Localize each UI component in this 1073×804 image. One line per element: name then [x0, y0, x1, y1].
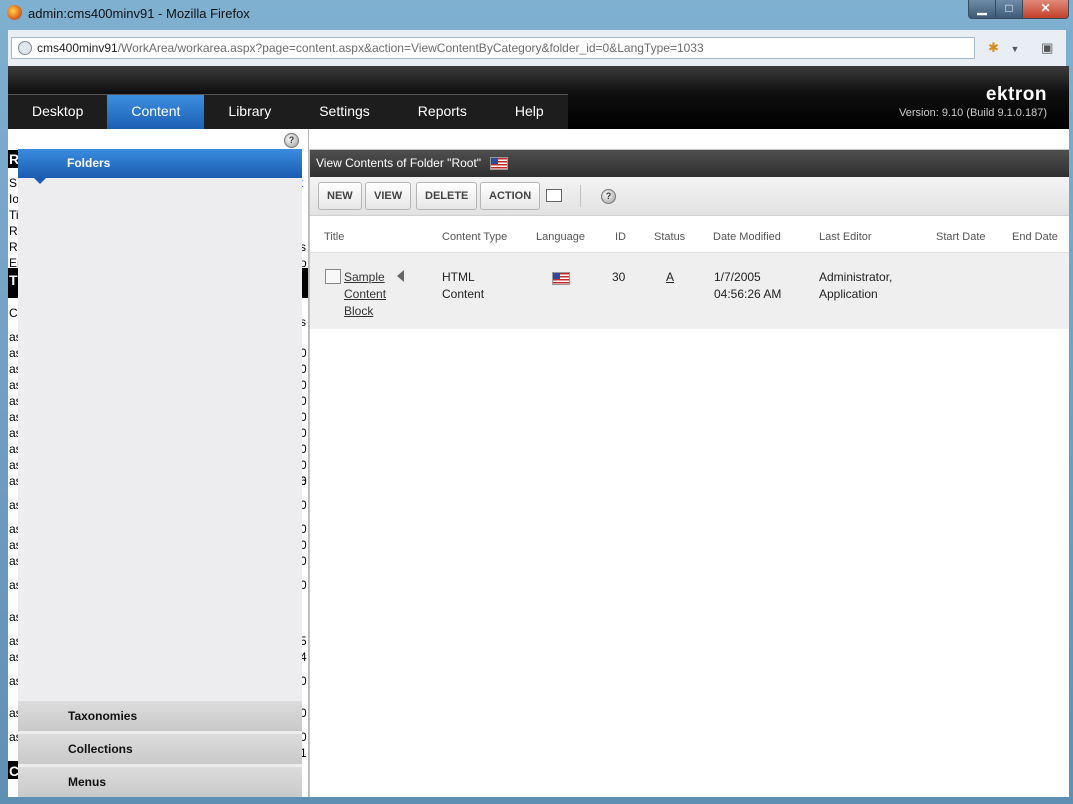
content-type-icon	[325, 269, 341, 284]
maximize-button[interactable]: □	[995, 0, 1023, 19]
ghost-text: R	[9, 224, 18, 238]
main-nav-tabs: Desktop Content Library Settings Reports…	[8, 94, 568, 129]
view-button[interactable]: VIEW	[365, 182, 412, 210]
url-path: /WorkArea/workarea.aspx?page=content.asp…	[117, 41, 704, 55]
accordion-taxonomies[interactable]: Taxonomies	[18, 701, 302, 731]
addon-icons: ✱ ▼ ▣	[988, 40, 1053, 56]
column-header[interactable]: Content Type	[442, 231, 507, 243]
new-button[interactable]: NEW	[318, 182, 362, 210]
folder-contents-pane: View Contents of Folder "Root" NEW VIEW …	[309, 149, 1069, 797]
toolbar-divider	[580, 185, 581, 207]
column-header[interactable]: Status	[654, 231, 685, 243]
help-icon[interactable]: ?	[284, 133, 299, 148]
folder-title-bar: View Contents of Folder "Root"	[310, 150, 1069, 177]
date-modified-cell: 1/7/2005 04:56:26 AM	[714, 269, 781, 303]
column-header[interactable]: End Date	[1012, 231, 1058, 243]
window-title: admin:cms400minv91 - Mozilla Firefox	[28, 6, 250, 21]
ektron-header: Desktop Content Library Settings Reports…	[8, 66, 1069, 129]
folder-title: View Contents of Folder "Root"	[316, 150, 509, 177]
action-button[interactable]: ACTION	[480, 182, 541, 210]
table-header: Title Content Type Language ID Status Da…	[310, 226, 1069, 248]
date-line: 04:56:26 AM	[714, 287, 782, 301]
column-header[interactable]: Start Date	[936, 231, 986, 243]
tab-library[interactable]: Library	[204, 95, 295, 129]
content-type-line: HTML	[442, 270, 475, 284]
help-icon[interactable]: ?	[601, 189, 616, 204]
content-type-line: Content	[442, 287, 485, 301]
tab-help[interactable]: Help	[491, 95, 568, 129]
accordion-folders-header[interactable]: Folders	[18, 149, 302, 178]
version-label: Version: 9.10 (Build 9.1.0.187)	[899, 107, 1047, 119]
title-line[interactable]: Block	[344, 304, 373, 318]
accordion-menus[interactable]: Menus	[18, 767, 302, 797]
column-header[interactable]: Date Modified	[713, 231, 781, 243]
editor-line: Application	[819, 287, 878, 301]
tab-desktop[interactable]: Desktop	[8, 95, 107, 129]
editor-line: Administrator,	[819, 270, 893, 284]
content-title-link[interactable]: Sample Content Block	[344, 269, 386, 320]
window-titlebar: admin:cms400minv91 - Mozilla Firefox ▁ □…	[0, 0, 1073, 28]
navigation-accordion: Folders Taxonomies Collections Menus	[18, 149, 302, 797]
us-flag-icon	[490, 157, 509, 171]
content-type-cell: HTML Content	[442, 269, 484, 303]
dropdown-arrow-icon[interactable]: ▼	[1011, 44, 1020, 54]
url-bar[interactable]: cms400minv91/WorkArea/workarea.aspx?page…	[11, 37, 975, 59]
tab-settings[interactable]: Settings	[295, 95, 394, 129]
accordion-collections[interactable]: Collections	[18, 734, 302, 764]
ghost-text: S	[9, 176, 18, 190]
ghost-text: R	[9, 240, 18, 254]
content-toolbar: NEW VIEW DELETE ACTION ?	[310, 177, 1069, 216]
column-header[interactable]: Language	[536, 231, 585, 243]
ektron-logo: ektron	[985, 84, 1047, 105]
ghost-text: T	[9, 272, 18, 288]
context-menu-arrow-icon[interactable]	[397, 270, 404, 282]
column-header[interactable]: ID	[615, 231, 626, 243]
left-pane: ? R S Io Ti R R Er T C as as as as as as…	[8, 129, 308, 797]
addon-icon[interactable]: ✱	[988, 40, 999, 55]
ghost-text: C	[9, 306, 18, 320]
browser-window: admin:cms400minv91 - Mozilla Firefox ▁ □…	[0, 0, 1073, 804]
title-line[interactable]: Content	[344, 287, 386, 301]
us-flag-icon	[552, 272, 570, 285]
url-text: cms400minv91/WorkArea/workarea.aspx?page…	[37, 41, 704, 55]
last-editor-cell: Administrator, Application	[819, 269, 892, 303]
firefox-logo-icon	[7, 5, 22, 20]
minimize-button[interactable]: ▁	[968, 0, 996, 19]
date-line: 1/7/2005	[714, 270, 761, 284]
folder-title-text: View Contents of Folder "Root"	[316, 156, 482, 170]
tab-reports[interactable]: Reports	[394, 95, 491, 129]
site-identity-icon[interactable]	[18, 41, 32, 55]
delete-button[interactable]: DELETE	[416, 182, 478, 210]
caret-down-icon	[34, 178, 46, 184]
id-cell: 30	[612, 270, 626, 284]
status-link[interactable]: A	[666, 269, 674, 286]
title-line[interactable]: Sample	[344, 270, 385, 284]
bookmark-icon[interactable]: ▣	[1041, 40, 1053, 55]
tab-content[interactable]: Content	[107, 95, 205, 129]
workarea: ? R S Io Ti R R Er T C as as as as as as…	[8, 129, 1069, 797]
close-button[interactable]: ✕	[1022, 0, 1069, 19]
url-host: cms400minv91	[37, 41, 118, 55]
column-header[interactable]: Last Editor	[819, 231, 872, 243]
navigation-toolbar: cms400minv91/WorkArea/workarea.aspx?page…	[8, 30, 1066, 66]
window-settings-icon[interactable]	[546, 189, 562, 202]
table-row: Sample Content Block HTML Content 30 A 1…	[310, 252, 1069, 329]
column-header[interactable]: Title	[324, 231, 344, 243]
